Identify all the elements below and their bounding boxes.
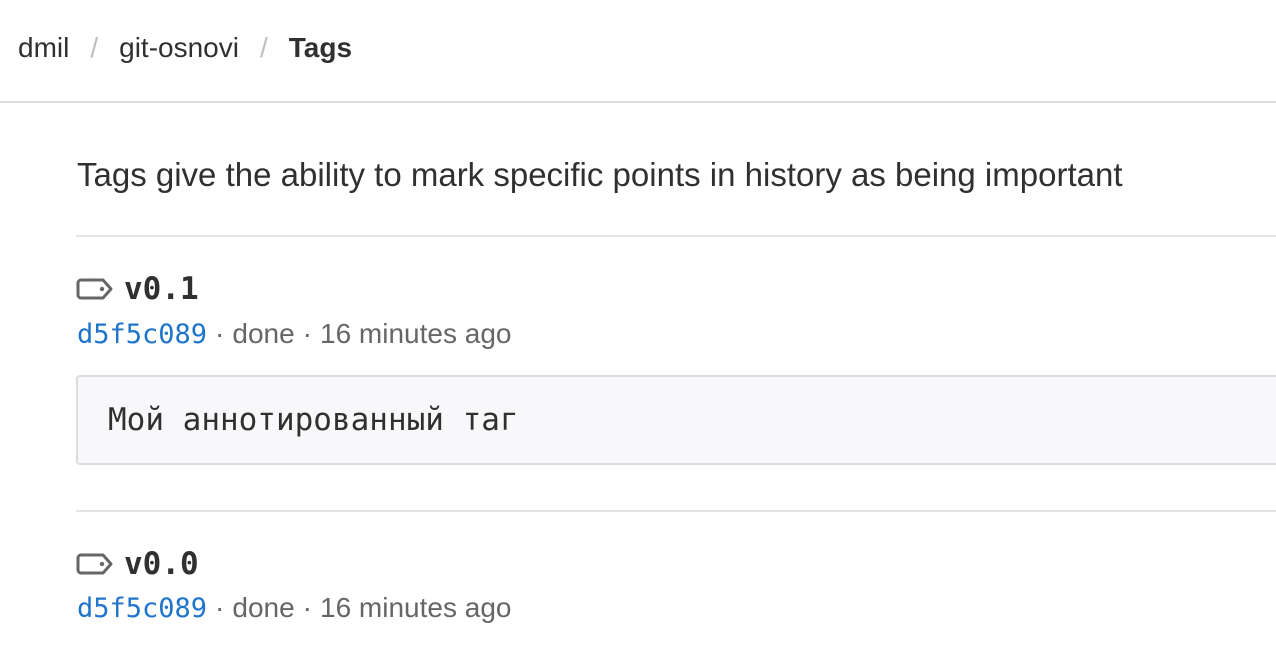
breadcrumb-item-current: Tags [288,32,353,63]
tag-meta: d5f5c089 · done · 16 minutes ago [77,318,511,350]
header-divider [0,101,1276,103]
commit-message: done [232,318,295,349]
tag-name-link[interactable]: v0.1 [124,271,199,307]
meta-separator: · [215,592,225,623]
tag-name-link[interactable]: v0.0 [124,546,199,582]
meta-separator: · [215,318,225,349]
section-divider [76,510,1276,512]
tag-header: v0.0 [76,544,199,584]
meta-separator: · [302,318,312,349]
commit-message: done [232,592,295,623]
commit-sha-link[interactable]: d5f5c089 [77,593,207,624]
tags-description: Tags give the ability to mark specific p… [77,156,1123,193]
tag-annotation: Мой аннотированный таг [76,375,1276,465]
breadcrumb-separator: / [259,32,268,63]
breadcrumb-item-project[interactable]: git-osnovi [119,32,239,64]
breadcrumb-separator: / [90,32,99,63]
section-divider [76,235,1276,237]
tag-meta: d5f5c089 · done · 16 minutes ago [77,592,511,624]
breadcrumb: dmil / git-osnovi / Tags [18,28,352,68]
breadcrumb-item-namespace[interactable]: dmil [18,32,69,64]
commit-sha-link[interactable]: d5f5c089 [77,319,207,350]
tag-header: v0.1 [76,269,199,309]
commit-time: 16 minutes ago [320,318,512,349]
tag-icon [76,277,114,301]
commit-time: 16 minutes ago [320,592,512,623]
tag-icon [76,552,114,576]
meta-separator: · [302,592,312,623]
